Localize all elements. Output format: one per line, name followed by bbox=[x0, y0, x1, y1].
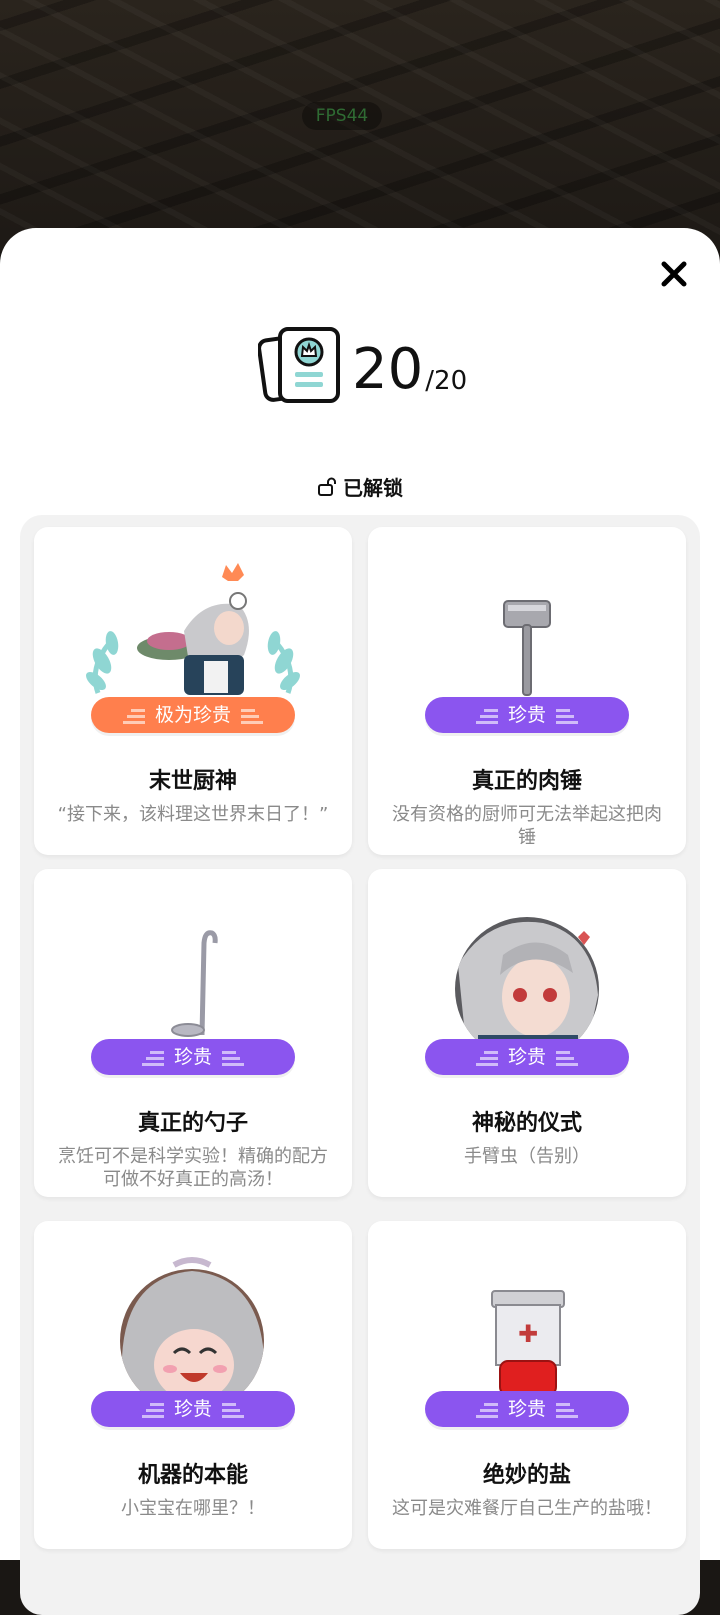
achievement-grid: 极为珍贵 末世厨神 “接下来，该料理这世界末日了！” 珍贵 真正的肉锤 没有资格… bbox=[20, 515, 700, 1615]
rarity-badge: 珍贵 bbox=[425, 1039, 629, 1075]
fps-counter: FPS44 bbox=[302, 102, 382, 130]
svg-text:✚: ✚ bbox=[518, 1320, 538, 1348]
achievement-name: 真正的肉锤 bbox=[471, 769, 582, 794]
ladle-icon bbox=[171, 930, 218, 1037]
achievement-description: 这可是灾难餐厅自己生产的盐哦！ bbox=[392, 1498, 662, 1519]
achievements-sheet: 20 /20 已解锁 极为珍贵 末世厨神 “接下来，该料理这世界末日了！” 珍贵… bbox=[0, 228, 720, 1615]
achievement-card[interactable]: 珍贵 真正的肉锤 没有资格的厨师可无法举起这把肉锤 bbox=[368, 527, 686, 855]
achievement-description: “接下来，该料理这世界末日了！” bbox=[57, 804, 329, 825]
achievement-description: 没有资格的厨师可无法举起这把肉锤 bbox=[392, 804, 662, 848]
close-icon[interactable] bbox=[658, 258, 690, 290]
rarity-badge: 珍贵 bbox=[425, 697, 629, 733]
chef-character-icon bbox=[86, 563, 300, 695]
total-count: /20 bbox=[425, 366, 468, 396]
laughing-character-icon bbox=[120, 1257, 264, 1397]
achievement-description: 烹饪可不是科学实验！精确的配方可做不好真正的高汤！ bbox=[58, 1146, 328, 1190]
achievement-card[interactable]: 珍贵 真正的勺子 烹饪可不是科学实验！精确的配方可做不好真正的高汤！ bbox=[34, 869, 352, 1197]
achievement-name: 真正的勺子 bbox=[137, 1111, 248, 1136]
achievement-counter: 20 /20 bbox=[258, 324, 467, 406]
rarity-badge: 珍贵 bbox=[91, 1391, 295, 1427]
unlocked-section-header: 已解锁 bbox=[0, 472, 720, 501]
achievement-card[interactable]: 珍贵 机器的本能 小宝宝在哪里？！ bbox=[34, 1221, 352, 1549]
achievement-name: 末世厨神 bbox=[148, 769, 237, 794]
unlocked-count: 20 bbox=[352, 337, 424, 402]
achievement-card[interactable]: 珍贵 神秘的仪式 手臂虫（告别） bbox=[368, 869, 686, 1197]
unlocked-label: 已解锁 bbox=[343, 476, 403, 500]
achievement-card[interactable]: ✚ 珍贵 绝妙的盐 这可是灾难餐厅自己生产的盐哦！ bbox=[368, 1221, 686, 1549]
achievement-name: 神秘的仪式 bbox=[471, 1111, 582, 1136]
achievement-book-icon bbox=[258, 327, 340, 403]
salt-shaker-icon: ✚ bbox=[491, 1290, 565, 1396]
rarity-badge: 珍贵 bbox=[425, 1391, 629, 1427]
meat-mallet-icon bbox=[503, 600, 551, 696]
achievement-description: 手臂虫（告别） bbox=[464, 1146, 590, 1167]
achievement-name: 机器的本能 bbox=[137, 1463, 248, 1488]
character-portrait-icon bbox=[455, 917, 599, 1045]
achievement-name: 绝妙的盐 bbox=[482, 1463, 571, 1488]
unlock-icon bbox=[318, 477, 336, 496]
game-background: FPS44 bbox=[0, 0, 720, 260]
rarity-badge: 珍贵 bbox=[91, 1039, 295, 1075]
rarity-badge: 极为珍贵 bbox=[91, 697, 295, 733]
achievement-card[interactable]: 极为珍贵 末世厨神 “接下来，该料理这世界末日了！” bbox=[34, 527, 352, 855]
achievement-description: 小宝宝在哪里？！ bbox=[121, 1498, 265, 1519]
